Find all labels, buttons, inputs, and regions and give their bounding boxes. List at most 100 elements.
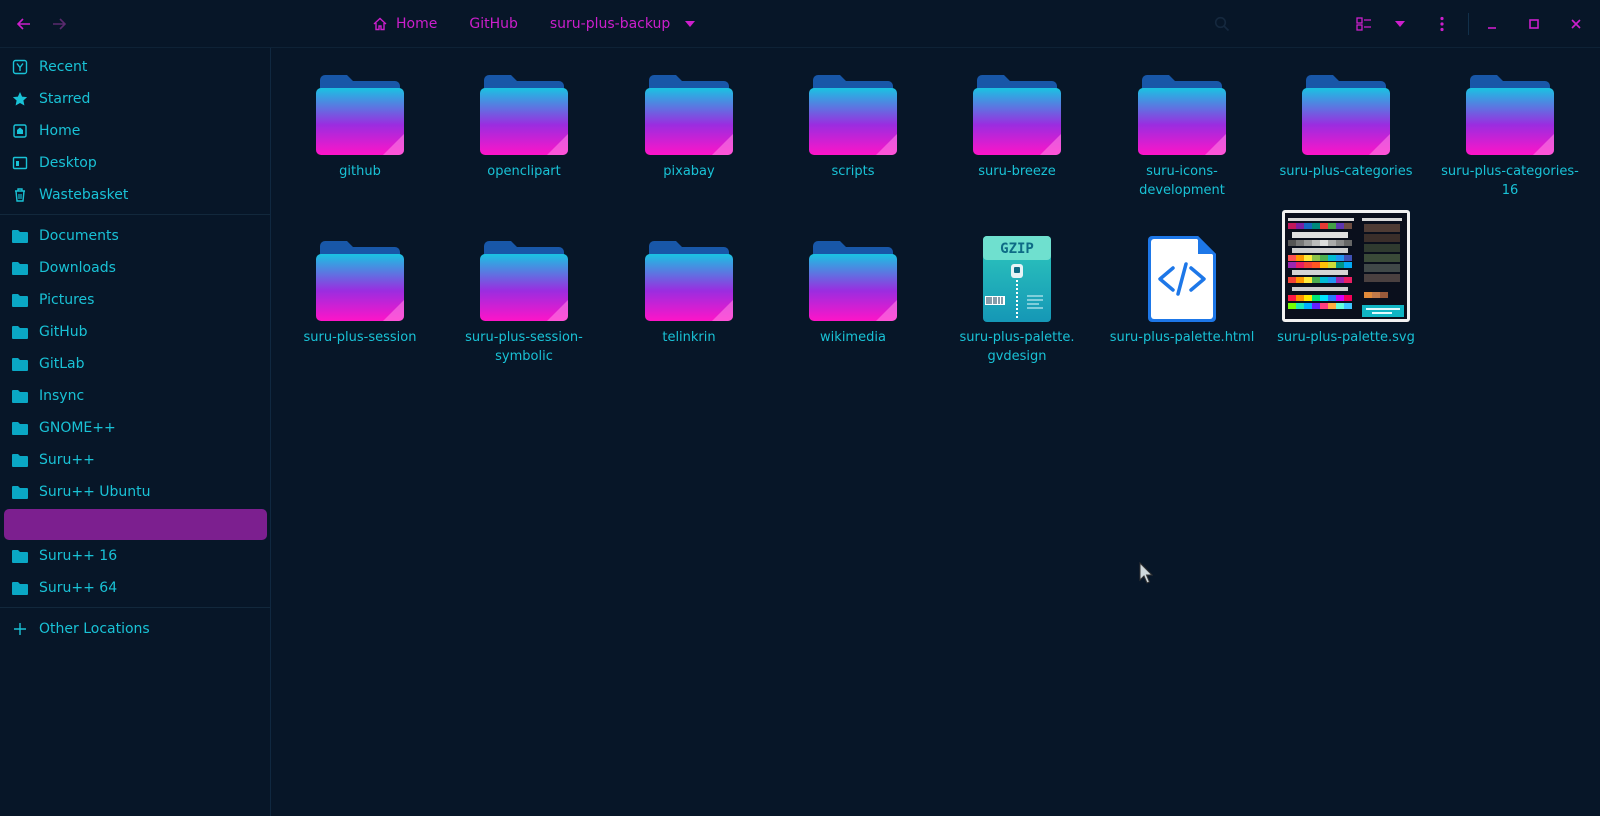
minimize-button[interactable] xyxy=(1476,8,1508,40)
sidebar-item-documents[interactable]: Documents xyxy=(4,221,267,251)
folder-icon xyxy=(12,356,28,372)
breadcrumb-home[interactable]: Home xyxy=(356,0,453,47)
plus-icon xyxy=(12,621,28,637)
folder-icon xyxy=(12,388,28,404)
sidebar-item-gnome[interactable]: GNOME++ xyxy=(4,413,267,443)
minimize-icon xyxy=(1488,27,1496,29)
folder-icon xyxy=(1138,75,1226,155)
sidebar-item-other-locations[interactable]: Other Locations xyxy=(4,614,267,644)
sidebar-item-label: Other Locations xyxy=(39,621,150,637)
sidebar-item-label: Recent xyxy=(39,59,88,75)
sidebar-item-label: GitHub xyxy=(39,324,88,340)
header-separator xyxy=(1468,13,1469,35)
trash-icon xyxy=(12,187,28,203)
file-item[interactable]: GZIP suru-plus-palette. gvdesign xyxy=(942,230,1092,366)
sidebar-item-starred[interactable]: Starred xyxy=(4,84,267,114)
search-icon xyxy=(1214,16,1230,32)
file-item[interactable]: suru-plus-session- symbolic xyxy=(449,230,599,366)
mouse-cursor-icon xyxy=(1139,562,1153,584)
sidebar-item-suru-64[interactable]: Suru++ 64 xyxy=(4,573,267,603)
file-item[interactable]: suru-plus-palette.html xyxy=(1107,230,1257,347)
file-name: suru-plus-categories- 16 xyxy=(1441,164,1579,198)
folder-icon xyxy=(12,420,28,436)
sidebar-item-desktop[interactable]: Desktop xyxy=(4,148,267,178)
file-item[interactable]: suru-icons- development xyxy=(1107,64,1257,200)
html-file-icon xyxy=(1148,236,1216,322)
folder-icon xyxy=(645,75,733,155)
file-name: openclipart xyxy=(487,164,561,179)
folder-icon xyxy=(480,75,568,155)
file-item[interactable]: wikimedia xyxy=(778,230,928,347)
sidebar-item-suru-16[interactable]: Suru++ 16 xyxy=(4,541,267,571)
sidebar-item-gitlab[interactable]: GitLab xyxy=(4,349,267,379)
recent-icon xyxy=(12,59,28,75)
file-item[interactable]: suru-plus-categories xyxy=(1271,64,1421,181)
sidebar: Recent Starred Home Desktop Wastebasket … xyxy=(0,48,271,816)
chevron-down-icon xyxy=(685,20,696,27)
folder-icon xyxy=(809,75,897,155)
breadcrumb-github[interactable]: GitHub xyxy=(453,0,534,47)
sidebar-item-label: Documents xyxy=(39,228,119,244)
sidebar-item-label: Suru++ 16 xyxy=(39,548,118,564)
file-item[interactable]: suru-breeze xyxy=(942,64,1092,181)
file-item[interactable]: github xyxy=(285,64,435,181)
file-name: github xyxy=(339,164,381,179)
file-item[interactable]: pixabay xyxy=(614,64,764,181)
sidebar-item-label: Suru++ 64 xyxy=(39,580,118,596)
forward-arrow-icon xyxy=(53,18,67,30)
sidebar-divider xyxy=(0,607,270,608)
view-options-button[interactable] xyxy=(1384,8,1416,40)
file-item[interactable]: suru-plus-categories- 16 xyxy=(1435,64,1585,200)
folder-icon xyxy=(12,452,28,468)
sidebar-item-pictures[interactable]: Pictures xyxy=(4,285,267,315)
home-icon xyxy=(12,123,28,139)
sidebar-item-suru[interactable]: Suru++ xyxy=(4,445,267,475)
search-button[interactable] xyxy=(1206,8,1238,40)
file-name: suru-plus-session- symbolic xyxy=(465,330,583,364)
file-name: telinkrin xyxy=(662,330,716,345)
sidebar-item-label: Wastebasket xyxy=(39,187,129,203)
file-name: wikimedia xyxy=(820,330,886,345)
sidebar-item-insync[interactable]: Insync xyxy=(4,381,267,411)
view-list-icon xyxy=(1356,17,1371,31)
breadcrumb-github-label: GitHub xyxy=(469,15,518,32)
file-name: suru-plus-categories xyxy=(1279,164,1413,179)
maximize-button[interactable] xyxy=(1518,8,1550,40)
sidebar-item-github[interactable]: GitHub xyxy=(4,317,267,347)
sidebar-item-downloads[interactable]: Downloads xyxy=(4,253,267,283)
gzip-archive-icon: GZIP xyxy=(983,236,1051,322)
folder-icon xyxy=(973,75,1061,155)
menu-button[interactable] xyxy=(1426,8,1458,40)
star-icon xyxy=(12,91,28,107)
file-item[interactable]: openclipart xyxy=(449,64,599,181)
file-item[interactable]: suru-plus-session xyxy=(285,230,435,347)
file-name: suru-breeze xyxy=(978,164,1056,179)
sidebar-item-label: GNOME++ xyxy=(39,420,116,436)
file-item[interactable]: scripts xyxy=(778,64,928,181)
sidebar-item-active[interactable] xyxy=(4,509,267,540)
file-item[interactable]: suru-plus-palette.svg xyxy=(1271,210,1421,347)
back-button[interactable] xyxy=(8,8,40,40)
sidebar-item-recent[interactable]: Recent xyxy=(4,52,267,82)
folder-icon xyxy=(12,484,28,500)
file-name: suru-plus-palette. gvdesign xyxy=(959,330,1075,364)
file-name: suru-plus-session xyxy=(303,330,417,345)
folder-icon xyxy=(809,241,897,321)
kebab-menu-icon xyxy=(1440,16,1444,32)
folder-icon xyxy=(12,324,28,340)
file-name: suru-plus-palette.svg xyxy=(1277,330,1415,345)
sidebar-item-wastebasket[interactable]: Wastebasket xyxy=(4,180,267,210)
view-toggle-button[interactable] xyxy=(1348,8,1380,40)
sidebar-item-home[interactable]: Home xyxy=(4,116,267,146)
folder-icon xyxy=(316,241,404,321)
file-item[interactable]: telinkrin xyxy=(614,230,764,347)
folder-icon xyxy=(1466,75,1554,155)
maximize-icon xyxy=(1529,19,1539,29)
forward-button[interactable] xyxy=(43,8,75,40)
folder-icon xyxy=(12,580,28,596)
breadcrumb-current[interactable]: suru-plus-backup xyxy=(534,0,712,47)
back-arrow-icon xyxy=(16,18,30,30)
sidebar-divider xyxy=(0,214,270,215)
close-button[interactable] xyxy=(1560,8,1592,40)
sidebar-item-suru-ubuntu[interactable]: Suru++ Ubuntu xyxy=(4,477,267,507)
